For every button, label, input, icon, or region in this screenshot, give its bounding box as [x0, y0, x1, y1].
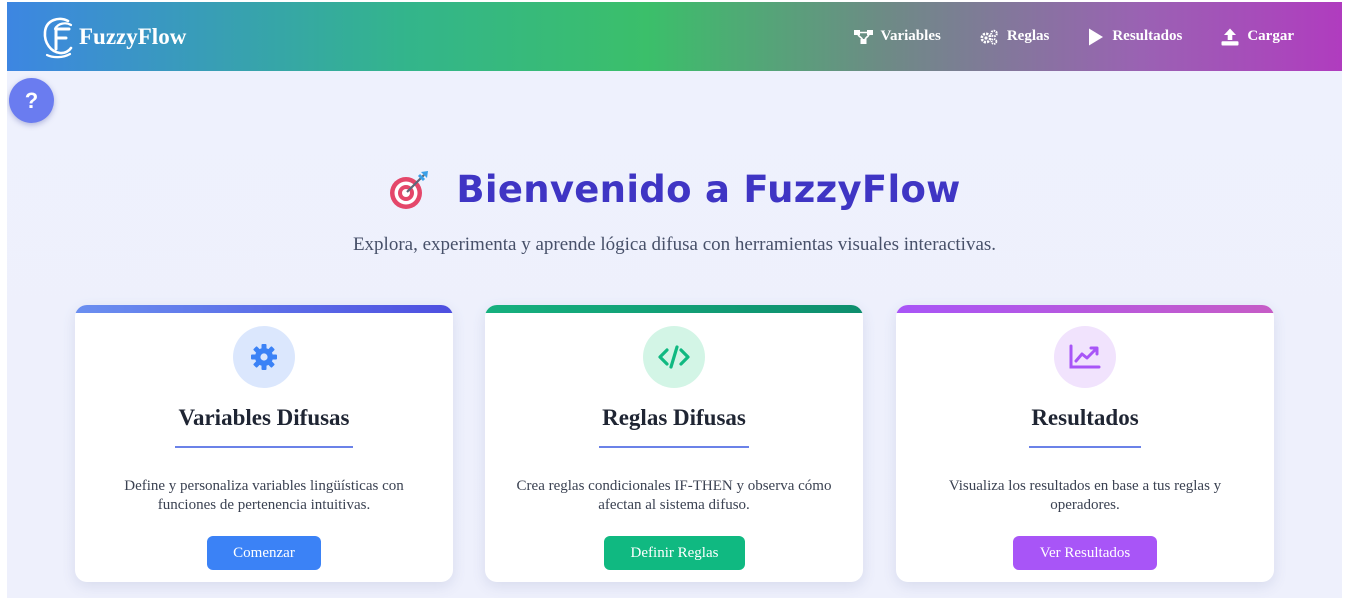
card-title: Variables Difusas: [178, 405, 350, 430]
card-description: Define y personaliza variables lingüísti…: [124, 478, 404, 513]
comenzar-button[interactable]: Comenzar: [207, 536, 321, 570]
brand[interactable]: FuzzyFlow: [41, 15, 186, 59]
definir-reglas-button[interactable]: Definir Reglas: [604, 536, 745, 570]
nav-variables[interactable]: Variables: [853, 28, 941, 45]
hero-heading: Bienvenido a FuzzyFlow: [7, 168, 1342, 211]
card-title: Resultados: [1031, 405, 1139, 430]
network-nodes-icon: [853, 29, 873, 44]
page-frame: FuzzyFlow Variables Reglas Resultados Ca…: [7, 2, 1342, 598]
nav-menu: Variables Reglas Resultados Cargar: [815, 2, 1294, 71]
nav-resultados-label: Resultados: [1112, 28, 1183, 44]
navbar: FuzzyFlow Variables Reglas Resultados Ca…: [7, 2, 1342, 71]
nav-cargar[interactable]: Cargar: [1221, 28, 1294, 46]
card-description: Visualiza los resultados en base a tus r…: [948, 478, 1222, 513]
nav-reglas-label: Reglas: [1006, 28, 1050, 44]
gear-icon: [251, 344, 277, 370]
brand-name: FuzzyFlow: [79, 24, 187, 49]
nav-variables-label: Variables: [880, 28, 941, 44]
ver-resultados-button[interactable]: Ver Resultados: [1013, 536, 1157, 570]
title-underline: [599, 446, 749, 448]
card-resultados: Resultados Visualiza los resultados en b…: [896, 305, 1274, 582]
title-underline: [1029, 446, 1141, 448]
nav-resultados[interactable]: Resultados: [1088, 28, 1182, 46]
card-icon-circle: [1054, 326, 1116, 388]
title-underline: [175, 446, 353, 448]
target-dart-icon: [390, 170, 429, 209]
card-reglas: Reglas Difusas Crea reglas condicionales…: [485, 305, 863, 582]
card-icon-circle: [643, 326, 705, 388]
help-button[interactable]: ?: [9, 78, 54, 123]
card-title: Reglas Difusas: [602, 405, 746, 430]
nav-reglas[interactable]: Reglas: [980, 28, 1050, 45]
card-icon-circle: [233, 326, 295, 388]
code-icon: [658, 345, 690, 369]
card-accent-bar: [485, 305, 863, 313]
upload-icon: [1221, 28, 1239, 45]
card-description: Crea reglas condicionales IF-THEN y obse…: [516, 478, 832, 513]
nav-cargar-label: Cargar: [1247, 28, 1294, 44]
card-accent-bar: [896, 305, 1274, 313]
fuzzyflow-logo-icon: [43, 17, 73, 59]
card-accent-bar: [75, 305, 453, 313]
page-subtitle: Explora, experimenta y aprende lógica di…: [352, 234, 997, 255]
card-variables: Variables Difusas Define y personaliza v…: [75, 305, 453, 582]
gears-icon: [980, 29, 998, 45]
play-icon: [1089, 28, 1104, 45]
page-title: Bienvenido a FuzzyFlow: [456, 168, 961, 211]
chart-line-icon: [1069, 344, 1101, 369]
